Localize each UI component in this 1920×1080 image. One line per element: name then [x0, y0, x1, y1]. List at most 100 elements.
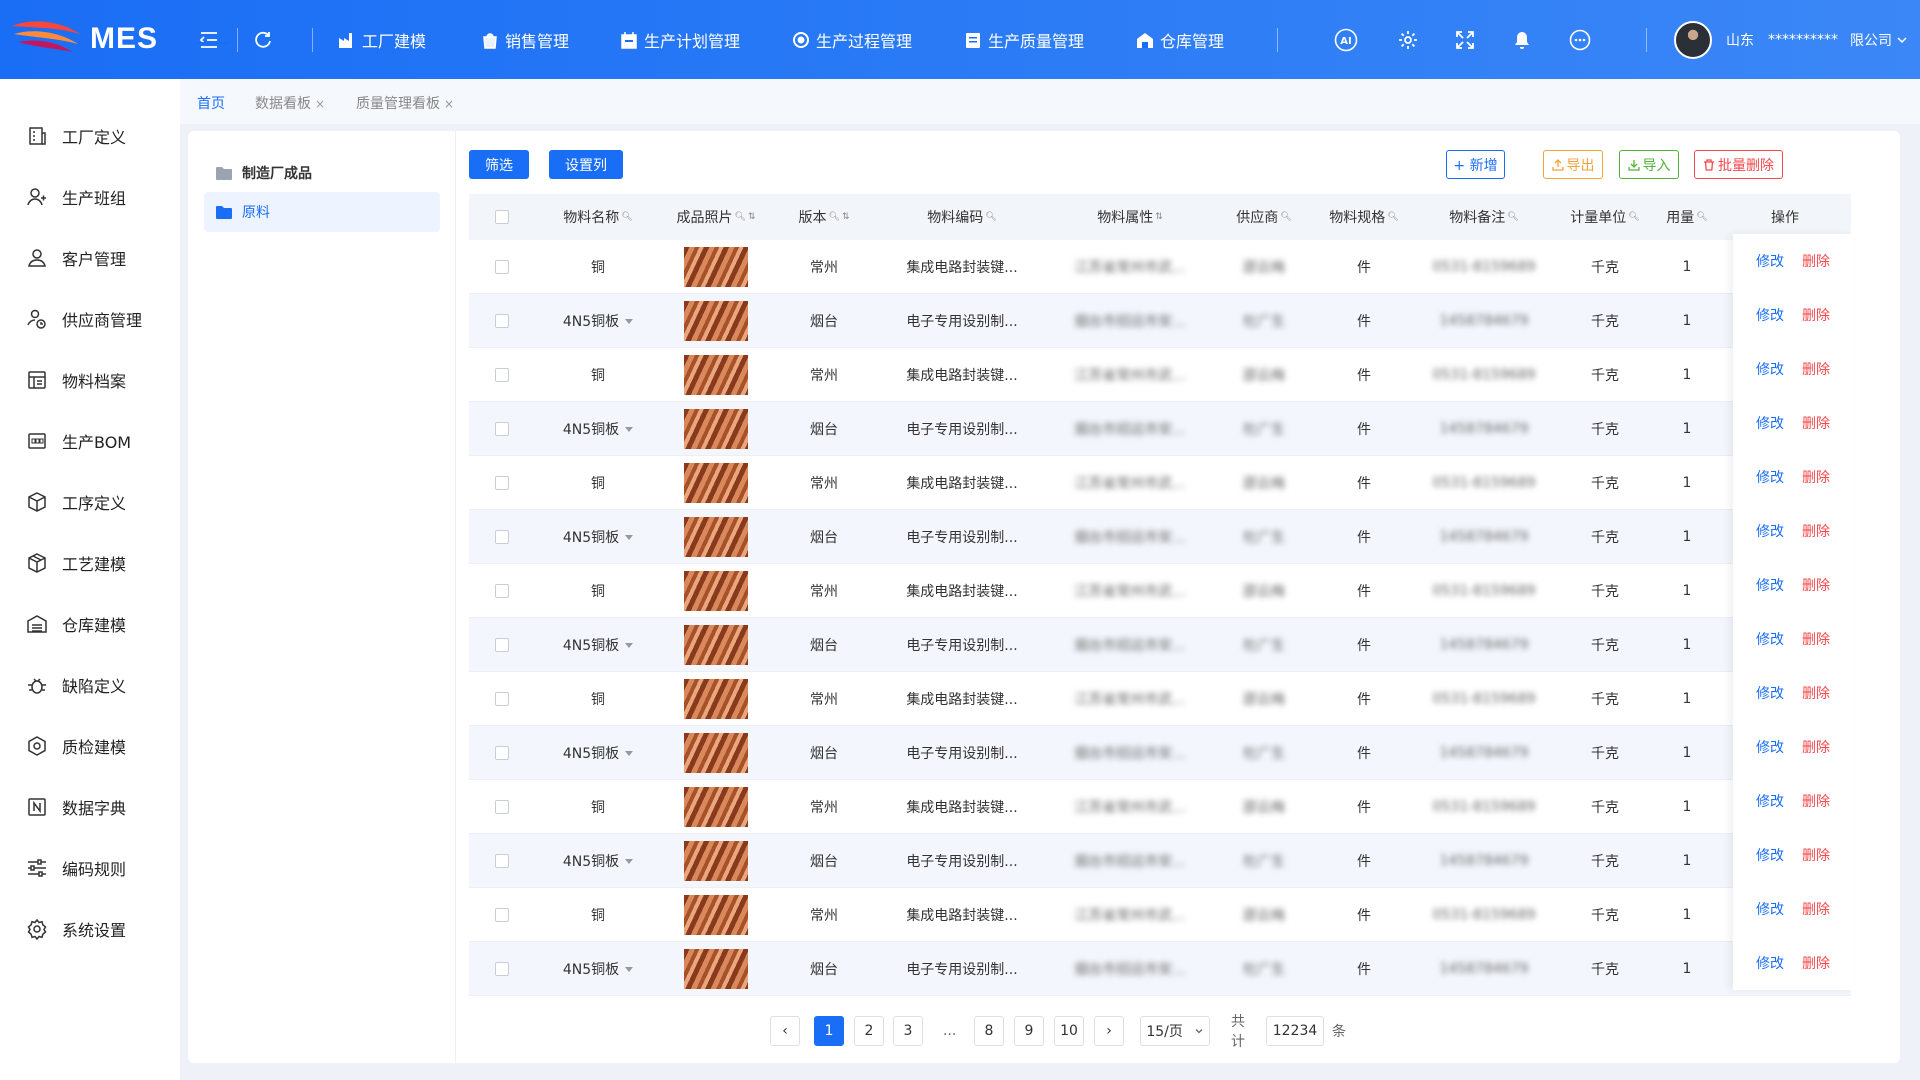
notification-bell-icon[interactable] — [1510, 28, 1534, 52]
edit-link[interactable]: 修改 — [1756, 737, 1784, 757]
expand-caret-icon[interactable] — [625, 750, 634, 756]
next-page-button[interactable]: › — [1094, 1016, 1124, 1046]
nav-production-plan[interactable]: 生产计划管理 — [620, 28, 740, 52]
table-row[interactable]: 铜 常州 集成电路封装键... 江苏省常州市武... 邵云梅 件 0531-8159689 千… — [469, 780, 1851, 834]
edit-link[interactable]: 修改 — [1756, 521, 1784, 541]
product-thumbnail[interactable] — [684, 301, 748, 341]
product-thumbnail[interactable] — [684, 679, 748, 719]
close-icon[interactable]: × — [315, 97, 325, 111]
search-icon[interactable]: 🔍︎ — [1628, 212, 1639, 222]
sidebar-item-factory-definition[interactable]: 工厂定义 — [26, 121, 126, 151]
header-version[interactable]: 版本 🔍︎ ⇅ — [771, 194, 877, 240]
search-icon[interactable]: 🔍︎ — [735, 212, 746, 222]
delete-link[interactable]: 删除 — [1802, 845, 1830, 865]
expand-caret-icon[interactable] — [625, 426, 634, 432]
page-button[interactable]: 1 — [814, 1016, 844, 1046]
expand-caret-icon[interactable] — [625, 642, 634, 648]
sort-icon[interactable]: ⇅ — [1155, 212, 1163, 222]
header-product-photo[interactable]: 成品照片 🔍︎ ⇅ — [661, 194, 771, 240]
tab-quality-dashboard[interactable]: 质量管理看板 × — [356, 93, 454, 113]
delete-link[interactable]: 删除 — [1802, 467, 1830, 487]
sidebar-item-customer[interactable]: 客户管理 — [26, 243, 126, 273]
delete-link[interactable]: 删除 — [1802, 791, 1830, 811]
batch-delete-button[interactable]: 批量删除 — [1694, 150, 1783, 179]
page-button[interactable]: 2 — [854, 1016, 884, 1046]
row-checkbox[interactable] — [495, 962, 509, 976]
header-material-code[interactable]: 物料编码 🔍︎ — [877, 194, 1047, 240]
header-select-all[interactable] — [469, 194, 535, 240]
product-thumbnail[interactable] — [684, 733, 748, 773]
expand-caret-icon[interactable] — [625, 966, 634, 972]
sidebar-item-data-dictionary[interactable]: 数据字典 — [26, 792, 126, 822]
tab-home[interactable]: 首页 — [197, 93, 225, 113]
table-row[interactable]: 4N5铜板 烟台 电子专用设别制... 烟台市招远市安... 杜广生 件 145878467… — [469, 294, 1851, 348]
set-columns-button[interactable]: 设置列 — [549, 150, 623, 179]
page-button[interactable]: 8 — [974, 1016, 1004, 1046]
sidebar-item-process-definition[interactable]: 工序定义 — [26, 487, 126, 517]
page-ellipsis[interactable]: ... — [943, 1016, 956, 1046]
delete-link[interactable]: 删除 — [1802, 737, 1830, 757]
expand-caret-icon[interactable] — [625, 858, 634, 864]
filter-button[interactable]: 筛选 — [469, 150, 529, 179]
sidebar-item-production-team[interactable]: 生产班组 — [26, 182, 126, 212]
sidebar-item-system-settings[interactable]: 系统设置 — [26, 914, 126, 944]
nav-warehouse[interactable]: 仓库管理 — [1136, 28, 1224, 52]
header-material-attr[interactable]: 物料属性 ⇅ — [1047, 194, 1213, 240]
row-checkbox[interactable] — [495, 314, 509, 328]
search-icon[interactable]: 🔍︎ — [1387, 212, 1398, 222]
sidebar-item-supplier[interactable]: 供应商管理 — [26, 304, 142, 334]
edit-link[interactable]: 修改 — [1756, 305, 1784, 325]
page-button[interactable]: 9 — [1014, 1016, 1044, 1046]
header-material-name[interactable]: 物料名称 🔍︎ — [535, 194, 661, 240]
nav-sales[interactable]: 销售管理 — [481, 28, 569, 52]
header-quantity[interactable]: 用量 🔍︎ — [1655, 194, 1719, 240]
sidebar-item-production-bom[interactable]: 生产BOM — [26, 426, 131, 456]
search-icon[interactable]: 🔍︎ — [621, 212, 632, 222]
tree-node-raw-material[interactable]: 原料 — [204, 192, 440, 232]
product-thumbnail[interactable] — [684, 841, 748, 881]
edit-link[interactable]: 修改 — [1756, 629, 1784, 649]
header-remark[interactable]: 物料备注 🔍︎ — [1413, 194, 1555, 240]
table-row[interactable]: 铜 常州 集成电路封装键... 江苏省常州市武... 邵云梅 件 0531-8159689 千… — [469, 672, 1851, 726]
search-icon[interactable]: 🔍︎ — [829, 212, 840, 222]
row-checkbox[interactable] — [495, 260, 509, 274]
import-button[interactable]: 导入 — [1619, 150, 1679, 179]
edit-link[interactable]: 修改 — [1756, 359, 1784, 379]
page-button[interactable]: 3 — [893, 1016, 923, 1046]
product-thumbnail[interactable] — [684, 247, 748, 287]
search-icon[interactable]: 🔍︎ — [985, 212, 996, 222]
expand-caret-icon[interactable] — [625, 318, 634, 324]
product-thumbnail[interactable] — [684, 787, 748, 827]
delete-link[interactable]: 删除 — [1802, 575, 1830, 595]
row-checkbox[interactable] — [495, 368, 509, 382]
expand-caret-icon[interactable] — [625, 534, 634, 540]
edit-link[interactable]: 修改 — [1756, 791, 1784, 811]
logo[interactable]: MES — [10, 16, 158, 62]
delete-link[interactable]: 删除 — [1802, 413, 1830, 433]
table-row[interactable]: 4N5铜板 烟台 电子专用设别制... 烟台市招远市安... 杜广生 件 145878467… — [469, 834, 1851, 888]
sort-icon[interactable]: ⇅ — [748, 212, 756, 222]
delete-link[interactable]: 删除 — [1802, 629, 1830, 649]
edit-link[interactable]: 修改 — [1756, 845, 1784, 865]
header-spec[interactable]: 物料规格 🔍︎ — [1315, 194, 1413, 240]
page-button[interactable]: 10 — [1054, 1016, 1084, 1046]
header-supplier[interactable]: 供应商 🔍︎ — [1213, 194, 1315, 240]
delete-link[interactable]: 删除 — [1802, 899, 1830, 919]
product-thumbnail[interactable] — [684, 949, 748, 989]
nav-production-quality[interactable]: 生产质量管理 — [964, 28, 1084, 52]
product-thumbnail[interactable] — [684, 895, 748, 935]
row-checkbox[interactable] — [495, 908, 509, 922]
export-button[interactable]: 导出 — [1543, 150, 1603, 179]
delete-link[interactable]: 删除 — [1802, 305, 1830, 325]
delete-link[interactable]: 删除 — [1802, 953, 1830, 973]
table-row[interactable]: 4N5铜板 烟台 电子专用设别制... 烟台市招远市安... 杜广生 件 145878467… — [469, 618, 1851, 672]
delete-link[interactable]: 删除 — [1802, 251, 1830, 271]
row-checkbox[interactable] — [495, 476, 509, 490]
product-thumbnail[interactable] — [684, 463, 748, 503]
close-icon[interactable]: × — [444, 97, 454, 111]
row-checkbox[interactable] — [495, 800, 509, 814]
edit-link[interactable]: 修改 — [1756, 575, 1784, 595]
product-thumbnail[interactable] — [684, 625, 748, 665]
edit-link[interactable]: 修改 — [1756, 251, 1784, 271]
sidebar-item-qc-modeling[interactable]: 质检建模 — [26, 731, 126, 761]
